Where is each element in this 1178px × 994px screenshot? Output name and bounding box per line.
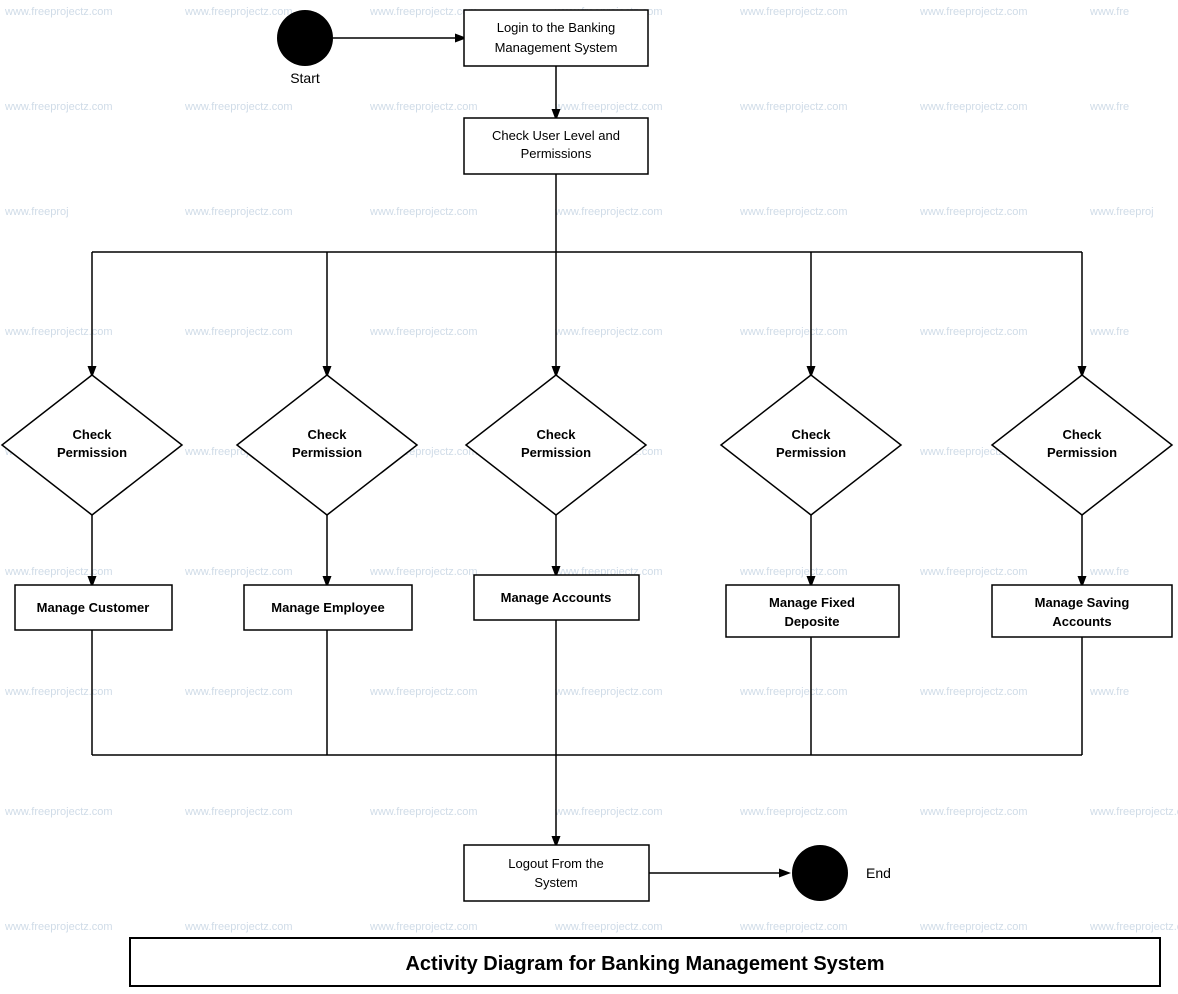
cp4-label1: Check [791,427,831,442]
end-node [792,845,848,901]
svg-text:www.freeprojectz.com: www.freeprojectz.com [554,206,663,218]
svg-text:www.fre: www.fre [1089,686,1129,698]
login-label2: Management System [495,40,618,55]
svg-text:www.freeprojectz.com: www.freeprojectz.com [739,6,848,18]
svg-text:www.freeprojectz.com: www.freeprojectz.com [369,101,478,113]
svg-text:www.freeprojectz.com: www.freeprojectz.com [4,686,113,698]
svg-text:www.fre: www.fre [1089,566,1129,578]
svg-text:www.freeprojectz.com: www.freeprojectz.com [184,686,293,698]
cp1-label2: Permission [57,445,127,460]
svg-text:www.freeprojectz.com: www.freeprojectz.com [184,806,293,818]
manage-customer-label: Manage Customer [37,600,150,615]
check-perm-label1: Check User Level and [492,128,620,143]
svg-text:www.freeprojectz.com: www.freeprojectz.com [4,566,113,578]
svg-text:www.freeprojectz.com: www.freeprojectz.com [4,806,113,818]
manage-accounts-label: Manage Accounts [501,590,612,605]
svg-text:www.freeprojectz.com: www.freeprojectz.com [4,921,113,933]
svg-text:www.freeprojectz.com: www.freeprojectz.com [554,326,663,338]
svg-text:www.freeprojectz.com: www.freeprojectz.com [369,206,478,218]
svg-text:www.fre: www.fre [1089,6,1129,18]
svg-text:www.freeprojectz.com: www.freeprojectz.com [369,921,478,933]
svg-text:www.freeprojectz.com: www.freeprojectz.com [4,101,113,113]
svg-text:www.freeprojectz.com: www.freeprojectz.com [369,326,478,338]
svg-text:www.freeproj: www.freeproj [4,206,69,218]
start-node [277,10,333,66]
svg-text:www.freeprojectz.com: www.freeprojectz.com [919,806,1028,818]
svg-text:www.freeprojectz.com: www.freeprojectz.com [369,806,478,818]
login-box [464,10,648,66]
svg-text:www.freeprojectz.com: www.freeprojectz.com [4,6,113,18]
svg-text:www.freeprojectz.com: www.freeprojectz.com [184,921,293,933]
svg-text:www.freeprojectz.com: www.freeprojectz.com [739,566,848,578]
logout-label2: System [534,875,577,890]
manage-saving-label1: Manage Saving [1035,595,1130,610]
cp1-label1: Check [72,427,112,442]
svg-text:www.freeprojectz.com: www.freeprojectz.com [919,6,1028,18]
check-perm-label2: Permissions [521,146,592,161]
manage-saving-label2: Accounts [1052,614,1111,629]
svg-text:www.freeprojectz.com: www.freeprojectz.com [919,326,1028,338]
start-label: Start [290,70,320,86]
diagram-title: Activity Diagram for Banking Management … [405,953,884,975]
svg-text:www.freeprojectz.com: www.freeprojectz.com [184,6,293,18]
svg-text:www.freeprojectz.com: www.freeprojectz.com [919,566,1028,578]
cp5-label1: Check [1062,427,1102,442]
svg-text:www.freeprojectz.com: www.freeprojectz.com [184,566,293,578]
manage-saving-box [992,585,1172,637]
svg-text:www.freeprojectz.com: www.freeprojectz.com [919,921,1028,933]
svg-text:www.freeprojectz.com: www.freeprojectz.com [554,686,663,698]
manage-fixed-box [726,585,899,637]
cp5-label2: Permission [1047,445,1117,460]
svg-text:www.freeprojectz.com: www.freeprojectz.com [739,101,848,113]
diagram-container: www.freeprojectz.com www.freeprojectz.co… [0,0,1178,994]
logout-label1: Logout From the [508,856,603,871]
svg-text:www.freeprojectz.com: www.freeprojectz.com [554,921,663,933]
svg-text:www.freeprojectz.com: www.freeprojectz.com [919,101,1028,113]
cp3-label1: Check [536,427,576,442]
svg-text:www.freeprojectz.com: www.freeprojectz.com [919,206,1028,218]
svg-text:www.freeprojectz.com: www.freeprojectz.com [369,686,478,698]
svg-text:www.freeprojectz.com: www.freeprojectz.com [739,921,848,933]
svg-text:www.freeprojectz.com: www.freeprojectz.com [739,806,848,818]
svg-text:www.freeprojectz.com: www.freeprojectz.com [4,326,113,338]
svg-text:www.freeprojectz.com: www.freeprojectz.com [184,206,293,218]
cp2-label1: Check [307,427,347,442]
svg-text:www.freeprojectz.com: www.freeprojectz.com [739,686,848,698]
svg-text:www.freeproj: www.freeproj [1089,206,1154,218]
manage-employee-label: Manage Employee [271,600,384,615]
svg-text:www.freeprojectz.com: www.freeprojectz.com [369,6,478,18]
manage-fixed-label2: Deposite [785,614,840,629]
cp3-label2: Permission [521,445,591,460]
svg-text:www.fre: www.fre [1089,101,1129,113]
svg-text:www.freeprojectz.com: www.freeprojectz.com [554,806,663,818]
svg-text:www.freeprojectz.com: www.freeprojectz.com [184,101,293,113]
logout-box [464,845,649,901]
manage-fixed-label1: Manage Fixed [769,595,855,610]
end-label: End [866,865,891,881]
svg-text:www.freeprojectz.com: www.freeprojectz.com [184,326,293,338]
svg-text:www.freeprojectz.com: www.freeprojectz.com [1089,921,1178,933]
svg-text:www.freeprojectz.com: www.freeprojectz.com [739,206,848,218]
svg-text:www.freeprojectz.com: www.freeprojectz.com [1089,806,1178,818]
svg-text:www.freeprojectz.com: www.freeprojectz.com [919,686,1028,698]
login-label: Login to the Banking [497,20,616,35]
svg-text:www.fre: www.fre [1089,326,1129,338]
cp4-label2: Permission [776,445,846,460]
svg-text:www.freeprojectz.com: www.freeprojectz.com [369,566,478,578]
cp2-label2: Permission [292,445,362,460]
svg-text:www.freeprojectz.com: www.freeprojectz.com [554,101,663,113]
svg-text:www.freeprojectz.com: www.freeprojectz.com [739,326,848,338]
